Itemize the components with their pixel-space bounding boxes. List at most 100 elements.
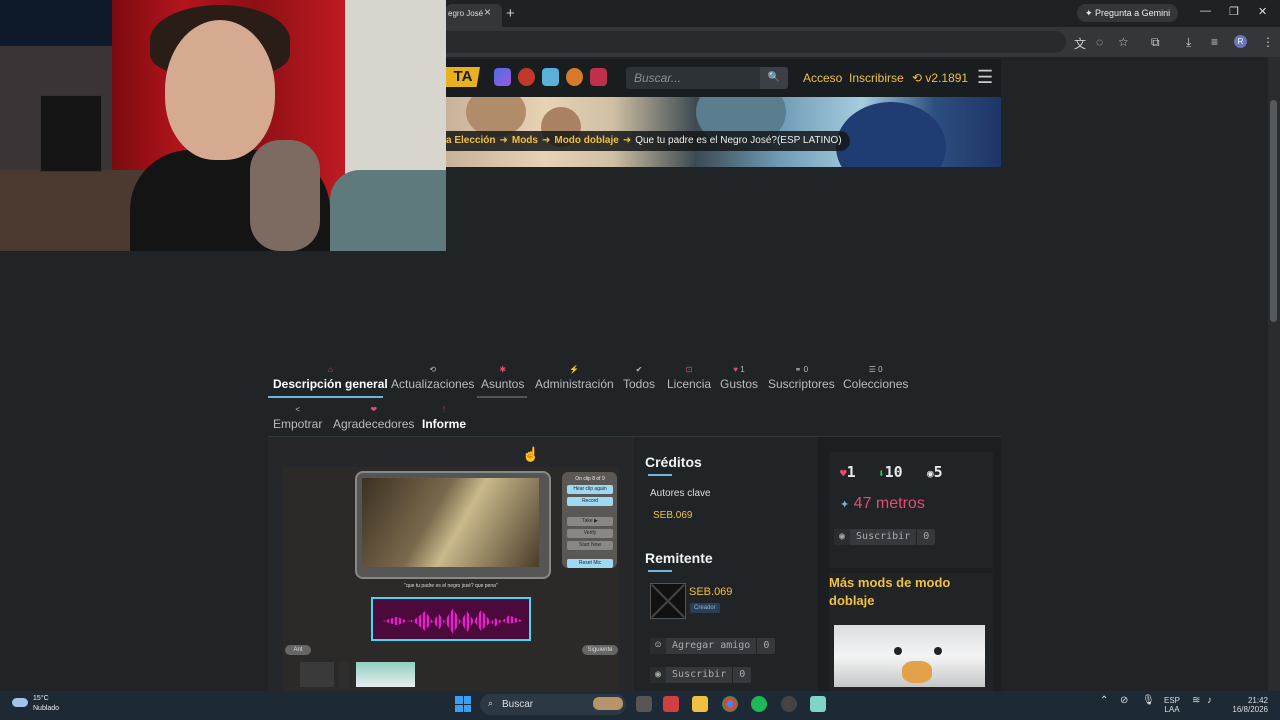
weather-condition: Nublado xyxy=(33,705,60,712)
cloud-icon xyxy=(12,698,28,707)
breadcrumb-item[interactable]: Modo doblaje xyxy=(554,135,618,146)
clock[interactable]: 21:42 16/8/2026 xyxy=(1226,696,1268,714)
tab-likes[interactable]: ♥ 1 Gustos xyxy=(720,364,758,392)
sparkle-icon: ✦ xyxy=(840,499,850,511)
mod-thumbnail[interactable] xyxy=(834,625,985,687)
tab-report[interactable]: ! Informe xyxy=(422,404,466,432)
take-button[interactable]: Take ▶ xyxy=(567,517,613,526)
tab-title: egro José xyxy=(448,9,484,18)
submitter-title: Remitente xyxy=(645,550,713,566)
microphone-icon[interactable]: 🎙 xyxy=(1142,696,1155,706)
reset-mic-button[interactable]: Reset Mic xyxy=(567,559,613,568)
game-icon-1[interactable] xyxy=(494,68,511,86)
breadcrumb-item[interactable]: a Elección xyxy=(446,135,495,146)
star-icon[interactable]: ☆ xyxy=(1118,35,1129,49)
language-indicator[interactable]: ESP LAA xyxy=(1164,696,1180,714)
tab-close-icon[interactable]: × xyxy=(484,5,491,19)
close-window-icon[interactable]: ✕ xyxy=(1258,5,1267,18)
submitter-avatar[interactable] xyxy=(650,583,686,619)
submitter-name[interactable]: SEB.069 xyxy=(689,586,732,598)
volume-icon[interactable]: ♪ xyxy=(1207,696,1212,706)
game-icon-2[interactable] xyxy=(518,68,535,86)
wifi-icon[interactable]: ≋ xyxy=(1192,696,1200,706)
subscribe-mod-button[interactable]: ◉ Suscribir 0 xyxy=(834,529,936,545)
spotify-icon[interactable] xyxy=(751,696,767,712)
gallery-thumbnail[interactable] xyxy=(300,662,334,687)
breadcrumb-item[interactable]: Mods xyxy=(512,135,538,146)
game-icon-3[interactable] xyxy=(542,68,559,86)
chrome-icon[interactable] xyxy=(722,696,738,712)
address-bar[interactable] xyxy=(446,31,1066,53)
tab-label: Actualizaciones xyxy=(391,377,475,391)
search-icon[interactable]: 🔍 xyxy=(760,67,788,89)
extensions-icon[interactable]: ⧉ xyxy=(1151,35,1160,50)
version-link[interactable]: ⟲ v2.1891 xyxy=(912,71,968,85)
task-view-icon[interactable] xyxy=(636,696,652,712)
translate-icon[interactable]: 文 xyxy=(1074,35,1086,52)
tab-updates[interactable]: ⟲ Actualizaciones xyxy=(391,364,474,392)
author-link[interactable]: SEB.069 xyxy=(653,510,692,521)
hear-clip-button[interactable]: Hear clip again xyxy=(567,485,613,494)
new-tab-icon[interactable]: + xyxy=(506,5,515,22)
tab-embed[interactable]: < Empotrar xyxy=(273,404,322,432)
search-input[interactable]: Buscar... xyxy=(626,67,760,89)
gallery-thumbnail[interactable] xyxy=(339,662,349,687)
file-explorer-icon[interactable] xyxy=(692,696,708,712)
browser-tab[interactable]: egro José xyxy=(446,4,502,27)
embed-icon: < xyxy=(295,405,301,414)
verify-button[interactable]: Verify xyxy=(567,529,613,538)
game-icon-4[interactable] xyxy=(566,68,583,86)
tab-subscribers[interactable]: ⚭ 0 Suscriptores xyxy=(768,364,835,392)
tab-label: Todos xyxy=(623,377,656,391)
keyboard-layout: LAA xyxy=(1164,705,1180,714)
record-button[interactable]: Record xyxy=(567,497,613,506)
app-icon[interactable] xyxy=(781,696,797,712)
add-friend-button[interactable]: ☺ Agregar amigo 0 xyxy=(650,638,776,654)
tab-issues[interactable]: ✱ Asuntos xyxy=(481,364,524,392)
tab-license[interactable]: ⊡ Licencia xyxy=(667,364,711,392)
hamburger-menu-icon[interactable]: ☰ xyxy=(977,67,995,87)
time: 21:42 xyxy=(1247,696,1268,705)
link-icon: ⚭ 0 xyxy=(794,365,809,374)
tab-collections[interactable]: ☰ 0 Colecciones xyxy=(843,364,908,392)
scroll-thumb[interactable] xyxy=(1270,100,1277,322)
gemini-button[interactable]: ✦ Pregunta a Gemini xyxy=(1077,4,1179,22)
next-button[interactable]: Siguiente xyxy=(582,645,618,655)
heart-icon: ♥ 1 xyxy=(733,365,745,374)
gallery-thumbnail[interactable] xyxy=(356,662,415,687)
subscribe-label: Suscribir xyxy=(856,531,911,542)
subscribe-icon: ◉ xyxy=(927,467,934,480)
breadcrumb-current: Que tu padre es el Negro José?(ESP LATIN… xyxy=(635,135,842,146)
notepad-icon[interactable] xyxy=(810,696,826,712)
eye-off-icon[interactable]: ◌ xyxy=(1096,35,1103,49)
subscribe-label: Suscribir xyxy=(672,669,727,680)
tray-chevron-icon[interactable]: ⌃ xyxy=(1100,696,1108,706)
waveform xyxy=(371,597,531,641)
search-highlight-icon[interactable] xyxy=(593,697,623,710)
start-button[interactable] xyxy=(455,696,471,712)
maximize-icon[interactable]: ❐ xyxy=(1229,5,1239,18)
minimize-icon[interactable]: — xyxy=(1200,5,1211,17)
subscribe-count: 0 xyxy=(732,667,751,683)
add-friend-icon: ☺ xyxy=(650,638,666,654)
bug-icon: ✱ xyxy=(499,365,507,374)
site-logo[interactable]: TA xyxy=(446,67,480,87)
tab-todos[interactable]: ✔ Todos xyxy=(623,364,655,392)
snipping-tool-icon[interactable] xyxy=(663,696,679,712)
browser-menu-icon[interactable]: ⋮ xyxy=(1262,35,1274,49)
subscribe-user-button[interactable]: ◉ Suscribir 0 xyxy=(650,667,752,683)
login-link[interactable]: Acceso xyxy=(803,71,842,85)
network-off-icon[interactable]: ⊘ xyxy=(1120,696,1128,706)
tab-thankers[interactable]: ❤ Agradecedores xyxy=(333,404,414,432)
previous-button[interactable]: Ant xyxy=(285,645,311,655)
game-icon-5[interactable] xyxy=(590,68,607,86)
register-link[interactable]: Inscribirse xyxy=(849,71,904,85)
profile-avatar[interactable]: R xyxy=(1234,35,1247,48)
active-tab-indicator xyxy=(268,396,383,398)
tab-administration[interactable]: ⚡ Administración xyxy=(535,364,614,392)
media-icon[interactable]: ≡ xyxy=(1211,35,1218,49)
start-now-button[interactable]: Start Now xyxy=(567,541,613,550)
tab-overview[interactable]: ⌂ Descripción general xyxy=(273,364,388,392)
weather-widget[interactable]: 15°C Nublado xyxy=(33,694,59,714)
download-icon[interactable]: ⤓ xyxy=(1186,35,1191,50)
